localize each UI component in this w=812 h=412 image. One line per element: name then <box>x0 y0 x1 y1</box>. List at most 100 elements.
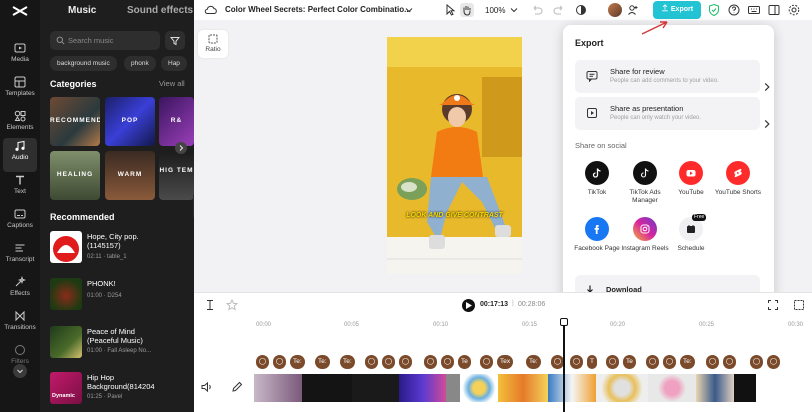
video-clip[interactable] <box>596 374 648 402</box>
video-clip[interactable] <box>548 374 596 402</box>
share-as-presentation-button[interactable]: Share as presentation People can only wa… <box>575 97 770 130</box>
rail-elements[interactable]: Elements <box>0 108 40 142</box>
video-clip[interactable] <box>460 374 498 402</box>
edit-icon[interactable] <box>230 380 244 394</box>
tab-music[interactable]: Music <box>68 5 96 16</box>
track-item[interactable]: PHONK! 01:00 · D254 <box>50 278 190 310</box>
timeline-empty-area[interactable] <box>756 374 812 402</box>
share-youtube-shorts[interactable]: YouTube Shorts <box>713 161 763 197</box>
chevron-down-icon[interactable] <box>507 3 521 17</box>
share-schedule[interactable]: Free Schedule <box>666 214 716 253</box>
display-settings-icon[interactable] <box>574 3 588 17</box>
text-clip[interactable]: Te: <box>340 355 355 369</box>
category-healing[interactable]: HEALING <box>50 151 100 200</box>
text-clip[interactable]: ◯ <box>570 355 583 369</box>
capcut-logo[interactable] <box>11 4 29 18</box>
text-clip[interactable]: Te: <box>290 355 305 369</box>
text-clip[interactable]: ◯ <box>365 355 378 369</box>
fullscreen-icon[interactable] <box>766 298 780 312</box>
text-clip[interactable]: ◯ <box>441 355 454 369</box>
text-clip[interactable]: ◯ <box>256 355 269 369</box>
settings-icon[interactable] <box>787 3 801 17</box>
text-clip[interactable]: Te <box>458 355 471 369</box>
star-icon[interactable] <box>225 298 239 312</box>
text-clip[interactable]: ◯ <box>767 355 780 369</box>
text-clip[interactable]: ◯ <box>646 355 659 369</box>
video-clip[interactable] <box>352 374 399 402</box>
text-clip[interactable]: ◯ <box>723 355 736 369</box>
avatar[interactable] <box>608 3 622 17</box>
zoom-level[interactable]: 100% <box>485 6 505 15</box>
tab-sound-effects[interactable]: Sound effects <box>127 5 193 16</box>
video-clip[interactable] <box>498 374 548 402</box>
share-youtube[interactable]: YouTube <box>666 161 716 197</box>
text-clip[interactable]: ◯ <box>706 355 719 369</box>
shield-icon[interactable] <box>707 3 721 17</box>
search-input[interactable]: Search music <box>50 31 160 50</box>
text-clip[interactable]: ◯ <box>273 355 286 369</box>
category-recommend[interactable]: RECOMMEND <box>50 97 100 146</box>
split-icon[interactable] <box>203 298 217 312</box>
text-clip[interactable]: T <box>587 355 597 369</box>
chip-happy[interactable]: Hap <box>161 56 187 71</box>
text-clip[interactable]: ◯ <box>480 355 493 369</box>
video-preview[interactable]: LOOK AND GIVE CONTRAST <box>387 37 522 274</box>
chip-phonk[interactable]: phonk <box>124 56 156 71</box>
video-clip[interactable] <box>696 374 734 402</box>
category-pop[interactable]: POP <box>105 97 155 146</box>
export-button[interactable]: Export <box>653 1 701 19</box>
track-item[interactable]: Dynamic Hip Hop Background(814204 01:25 ·… <box>50 372 190 404</box>
filter-button[interactable] <box>165 31 185 50</box>
category-scroll-button[interactable] <box>175 142 187 154</box>
rail-effects[interactable]: Effects <box>0 274 40 308</box>
text-clip[interactable]: ◯ <box>424 355 437 369</box>
text-clip[interactable]: Te: <box>526 355 541 369</box>
hand-icon[interactable] <box>460 3 474 17</box>
layout-panel-icon[interactable] <box>767 3 781 17</box>
video-clip[interactable] <box>302 374 352 402</box>
text-clip[interactable]: Te <box>623 355 636 369</box>
rail-captions[interactable]: Captions <box>0 206 40 240</box>
text-clip[interactable]: ◯ <box>606 355 619 369</box>
video-clip[interactable] <box>648 374 696 402</box>
video-clip[interactable] <box>734 374 756 402</box>
audio-volume-icon[interactable] <box>200 380 214 394</box>
rail-more-button[interactable] <box>13 364 27 378</box>
rail-transcript[interactable]: Transcript <box>0 240 40 274</box>
text-clip[interactable]: ◯ <box>382 355 395 369</box>
text-clip[interactable]: ◯ <box>399 355 412 369</box>
text-clip[interactable]: ◯ <box>663 355 676 369</box>
text-clip[interactable]: Te: <box>680 355 695 369</box>
view-all-link[interactable]: View all <box>159 79 185 88</box>
category-rnb[interactable]: R& <box>159 97 194 146</box>
rail-text[interactable]: Text <box>0 172 40 206</box>
redo-icon[interactable] <box>552 3 566 17</box>
playhead[interactable] <box>560 318 568 412</box>
zoom-fit-icon[interactable] <box>792 298 806 312</box>
help-icon[interactable] <box>727 3 741 17</box>
pointer-icon[interactable] <box>443 3 457 17</box>
share-instagram[interactable]: Instagram Reels <box>620 217 670 253</box>
share-facebook[interactable]: Facebook Page <box>572 217 622 253</box>
cloud-icon[interactable] <box>204 3 218 17</box>
share-tiktok-ads[interactable]: TikTok Ads Manager <box>620 161 670 205</box>
track-item[interactable]: Peace of Mind (Peaceful Music) 01:00 · Fa… <box>50 326 190 358</box>
video-clip[interactable] <box>446 374 460 402</box>
share-for-review-button[interactable]: Share for review People can add comments… <box>575 60 770 93</box>
chip-background-music[interactable]: background music <box>50 56 117 71</box>
chevron-down-icon[interactable] <box>402 3 416 17</box>
text-clip[interactable]: ◯ <box>750 355 763 369</box>
rail-audio[interactable]: Audio <box>3 138 37 172</box>
rail-transitions[interactable]: Transitions <box>0 308 40 342</box>
play-button[interactable] <box>462 299 475 312</box>
share-tiktok[interactable]: TikTok <box>572 161 622 197</box>
project-title[interactable]: Color Wheel Secrets: Perfect Color Combi… <box>225 5 411 14</box>
rail-media[interactable]: Media <box>0 40 40 74</box>
timeline-ruler[interactable]: 00:00 00:05 00:10 00:15 00:20 00:25 00:3… <box>194 318 812 332</box>
rail-templates[interactable]: Templates <box>0 74 40 108</box>
category-high-tempo[interactable]: HIG TEM <box>159 151 194 200</box>
keyboard-icon[interactable] <box>747 3 761 17</box>
text-clip[interactable]: Tex <box>497 355 514 369</box>
track-item[interactable]: Hope, City pop. (1145157) 02:11 · table_1 <box>50 231 190 263</box>
undo-icon[interactable] <box>530 3 544 17</box>
